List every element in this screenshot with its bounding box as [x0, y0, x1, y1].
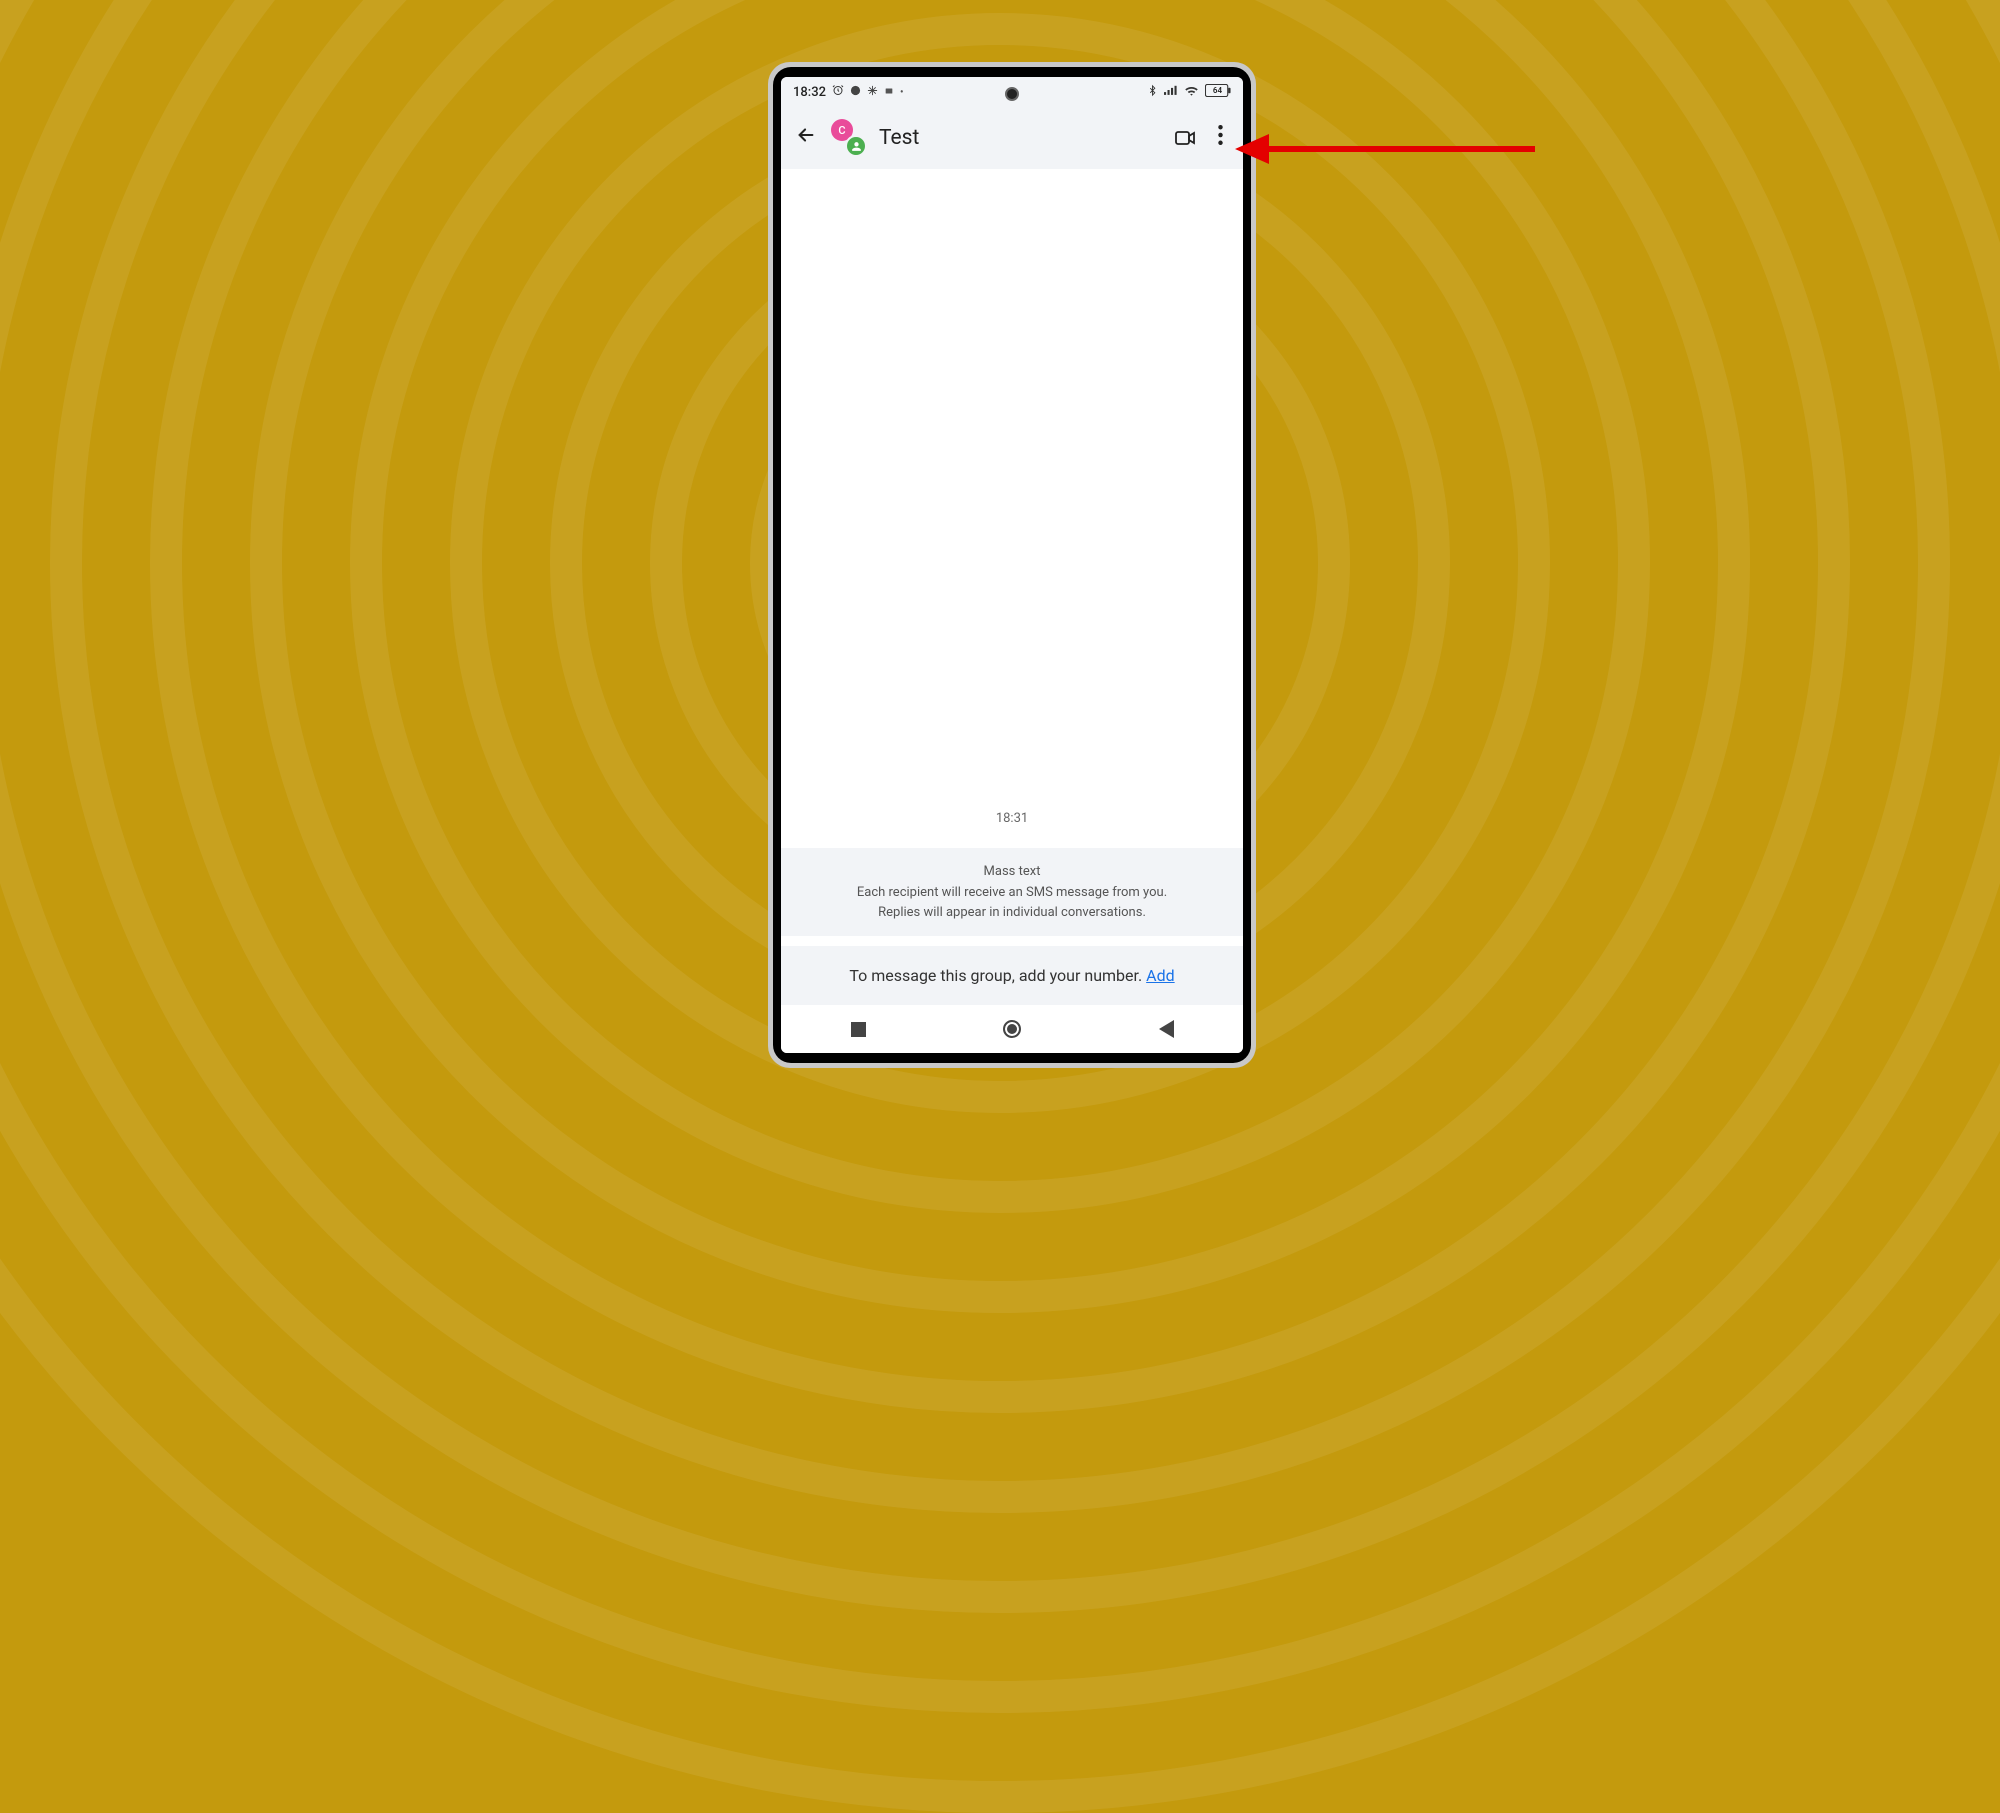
snowflake-icon [867, 85, 878, 100]
wifi-icon [1184, 84, 1199, 100]
mass-text-line2: Replies will appear in individual conver… [805, 903, 1219, 923]
alarm-icon [832, 84, 844, 100]
conversation-area: 18:31 Mass text Each recipient will rece… [781, 169, 1243, 1005]
message-timestamp: 18:31 [781, 797, 1243, 848]
group-avatar[interactable]: C [831, 121, 865, 155]
more-notifications-dot: • [900, 87, 904, 98]
app-dot-icon [850, 85, 861, 100]
phone-mockup: 18:32 • [768, 62, 1256, 1068]
app-rect-icon [884, 85, 894, 100]
app-header: C Test [781, 107, 1243, 169]
add-number-prompt: To message this group, add your number. … [781, 946, 1243, 1005]
android-nav-bar [781, 1005, 1243, 1053]
nav-recents-button[interactable] [847, 1018, 869, 1040]
mass-text-line1: Each recipient will receive an SMS messa… [805, 883, 1219, 903]
nav-home-button[interactable] [1001, 1018, 1023, 1040]
conversation-title[interactable]: Test [879, 126, 1158, 150]
signal-icon [1164, 84, 1178, 100]
add-number-text: To message this group, add your number. [849, 966, 1146, 985]
mass-text-info: Mass text Each recipient will receive an… [781, 848, 1243, 937]
nav-back-button[interactable] [1155, 1018, 1177, 1040]
add-number-link[interactable]: Add [1146, 966, 1174, 985]
more-options-button[interactable] [1212, 125, 1229, 151]
avatar-2 [845, 135, 867, 157]
battery-icon: 64 [1205, 84, 1231, 101]
camera-hole [1005, 87, 1019, 101]
bluetooth-icon [1147, 84, 1158, 101]
mass-text-title: Mass text [805, 862, 1219, 882]
status-time: 18:32 [793, 85, 826, 100]
video-call-button[interactable] [1172, 125, 1198, 151]
back-button[interactable] [795, 124, 817, 152]
phone-screen: 18:32 • [781, 77, 1243, 1053]
